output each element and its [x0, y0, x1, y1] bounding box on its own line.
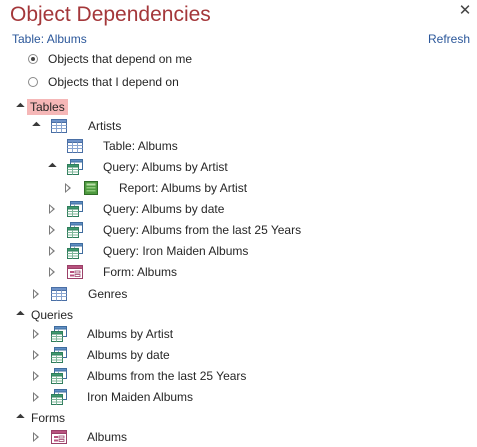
collapsed-triangle-icon[interactable]	[47, 267, 57, 277]
tree-item-genres[interactable]: Genres	[0, 284, 477, 304]
query-icon	[51, 368, 67, 384]
category-label-tables: Tables	[27, 99, 68, 115]
tree-item-form-albums[interactable]: Form: Albums	[0, 262, 477, 282]
tree-item-label: Iron Maiden Albums	[87, 390, 194, 404]
collapsed-triangle-icon[interactable]	[63, 183, 73, 193]
tree-item-albums-by-date[interactable]: Albums by date	[0, 345, 477, 365]
tree-item-label: Artists	[88, 119, 122, 133]
category-label-queries: Queries	[31, 308, 74, 322]
tree-item-label: Form: Albums	[103, 265, 178, 279]
query-icon	[67, 201, 83, 217]
collapsed-triangle-icon[interactable]	[31, 371, 41, 381]
collapsed-triangle-icon[interactable]	[31, 350, 41, 360]
tree-item-query-iron-maiden-albums[interactable]: Query: Iron Maiden Albums	[0, 241, 477, 261]
tree-item-label: Table: Albums	[103, 139, 178, 153]
category-label-forms: Forms	[31, 411, 65, 425]
collapsed-triangle-icon[interactable]	[31, 289, 41, 299]
form-icon	[51, 429, 67, 445]
query-icon	[67, 243, 83, 259]
query-icon	[51, 326, 67, 342]
tree-item-report-albums-by-artist[interactable]: Report: Albums by Artist	[0, 178, 477, 198]
radio-selected-icon[interactable]	[28, 54, 38, 64]
tree-category-forms[interactable]: Forms	[0, 408, 477, 428]
collapsed-triangle-icon[interactable]	[47, 246, 57, 256]
tree-item-query-albums-by-artist[interactable]: Query: Albums by Artist	[0, 157, 477, 177]
pane-title: Object Dependencies	[10, 3, 211, 26]
query-icon	[67, 159, 83, 175]
tree-category-queries[interactable]: Queries	[0, 305, 477, 325]
tree-item-query-albums-last-25-years[interactable]: Query: Albums from the last 25 Years	[0, 220, 477, 240]
tree-category-tables[interactable]: Tables	[0, 97, 477, 117]
collapsed-triangle-icon[interactable]	[47, 225, 57, 235]
radio-label: Objects that I depend on	[48, 75, 179, 89]
close-icon[interactable]: ✕	[457, 3, 473, 19]
query-icon	[51, 389, 67, 405]
collapsed-triangle-icon[interactable]	[31, 392, 41, 402]
tree-item-iron-maiden-albums[interactable]: Iron Maiden Albums	[0, 387, 477, 407]
table-icon	[51, 118, 67, 134]
table-icon	[51, 286, 67, 302]
tree-item-label: Albums by date	[87, 348, 170, 362]
expanded-triangle-icon[interactable]	[14, 413, 25, 423]
tree-item-label: Query: Albums from the last 25 Years	[103, 223, 302, 237]
tree-item-query-albums-by-date[interactable]: Query: Albums by date	[0, 199, 477, 219]
radio-label: Objects that depend on me	[48, 52, 193, 66]
query-icon	[67, 222, 83, 238]
collapsed-triangle-icon[interactable]	[31, 329, 41, 339]
expanded-triangle-icon[interactable]	[30, 121, 41, 131]
tree-item-label: Albums from the last 25 Years	[87, 369, 247, 383]
tree-item-label: Query: Albums by date	[103, 202, 225, 216]
tree-item-table-albums[interactable]: Table: Albums	[0, 136, 477, 156]
tree-item-label: Albums by Artist	[87, 327, 174, 341]
table-icon	[67, 138, 83, 154]
radio-objects-depend-on-me[interactable]: Objects that depend on me	[28, 51, 192, 67]
collapsed-triangle-icon[interactable]	[47, 204, 57, 214]
expanded-triangle-icon[interactable]	[14, 310, 25, 320]
tree-item-label: Report: Albums by Artist	[119, 181, 248, 195]
tree-item-albums-last-25-years[interactable]: Albums from the last 25 Years	[0, 366, 477, 386]
expanded-triangle-icon[interactable]	[46, 162, 57, 172]
tree-item-albums-by-artist[interactable]: Albums by Artist	[0, 324, 477, 344]
collapsed-triangle-icon[interactable]	[31, 432, 41, 442]
expanded-triangle-icon[interactable]	[14, 102, 25, 112]
radio-unselected-icon[interactable]	[28, 77, 38, 87]
query-icon	[51, 347, 67, 363]
form-icon	[67, 264, 83, 280]
report-icon	[83, 180, 99, 196]
tree-item-form-albums-partial[interactable]: Albums	[0, 427, 477, 447]
tree-item-label: Query: Albums by Artist	[103, 160, 228, 174]
radio-objects-i-depend-on[interactable]: Objects that I depend on	[28, 74, 179, 90]
tree-item-label: Query: Iron Maiden Albums	[103, 244, 249, 258]
tree-item-label: Genres	[88, 287, 128, 301]
tree-item-artists[interactable]: Artists	[0, 116, 477, 136]
subject-object-label: Table: Albums	[12, 32, 87, 46]
refresh-link[interactable]: Refresh	[428, 32, 470, 46]
